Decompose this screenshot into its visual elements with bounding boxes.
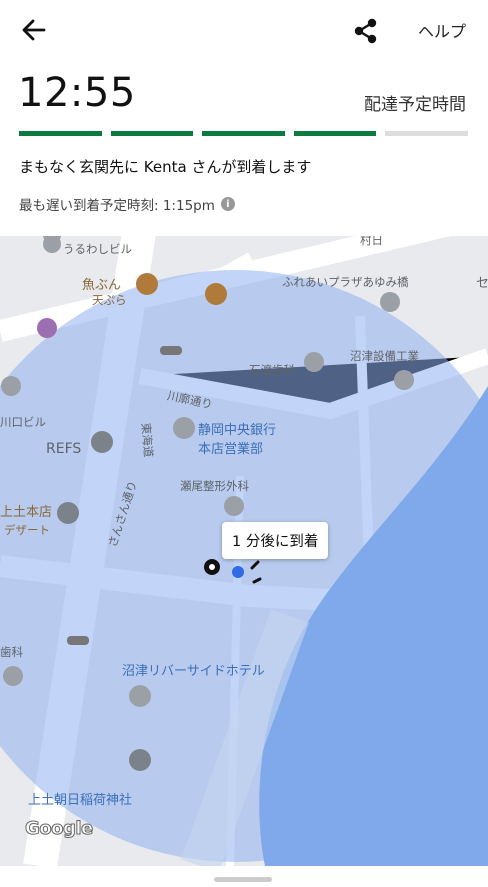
map-label-ishiwatari: 石渡歯科 <box>249 363 295 377</box>
map-label-fureai: ふれあいプラザあゆみ橋 <box>282 275 409 289</box>
map-label-uobun: 魚ぶん <box>82 278 122 293</box>
eta-label: 配達予定時間 <box>364 95 466 115</box>
map-label-riverside-hotel: 沼津リバーサイドホテル <box>122 664 265 679</box>
map-label-uruwashi: うるわしビル <box>63 242 132 256</box>
top-bar: ヘルプ <box>0 0 488 60</box>
map-label-kamitsuchi-2: デザート <box>4 523 50 537</box>
delivery-progress-bar <box>19 131 468 136</box>
share-icon[interactable] <box>352 17 380 45</box>
map-view[interactable]: うるわしビル 魚ぶん 天ぷら ふれあいプラザあゆみ橋 石渡歯科 沼津設備工業 川… <box>0 236 488 866</box>
map-label-seo: 瀬尾整形外科 <box>180 479 249 493</box>
map-label-kamitsuchi-1: 上土本店 <box>0 505 53 520</box>
latest-arrival-text: 最も遅い到着予定時刻: 1:15pm <box>19 198 215 214</box>
bottom-sheet-handle[interactable] <box>214 877 272 882</box>
progress-segment-1 <box>19 131 102 136</box>
progress-segment-4 <box>293 131 377 136</box>
latest-arrival: 最も遅い到着予定時刻: 1:15pm i <box>19 194 235 214</box>
map-label-right-edge: セ <box>476 276 488 291</box>
map-label-kawaguchi: 川口ビル <box>0 415 46 429</box>
info-icon[interactable]: i <box>220 197 235 211</box>
map-label-bank-1: 静岡中央銀行 <box>198 423 277 438</box>
map-label-top-edge: 村日 <box>360 236 383 247</box>
map-label-numazu-setsubi: 沼津設備工業 <box>350 349 419 363</box>
map-label-tempura: 天ぷら <box>92 293 127 307</box>
progress-segment-3 <box>202 131 285 136</box>
map-label-refs: REFS <box>46 441 82 457</box>
progress-segment-5 <box>385 131 468 136</box>
status-message: まもなく玄関先に Kenta さんが到着します <box>19 158 312 176</box>
map-label-kaizumi: 東海道 <box>138 422 156 458</box>
progress-segment-2 <box>110 131 194 136</box>
eta-time: 12:55 <box>18 70 136 116</box>
help-button[interactable]: ヘルプ <box>418 18 466 42</box>
arrival-tooltip: 1 分後に到着 <box>222 522 329 559</box>
google-logo: Google <box>25 818 94 840</box>
map-label-inari: 上土朝日稲荷神社 <box>28 793 133 808</box>
back-arrow-icon[interactable] <box>18 14 50 46</box>
map-label-bank-2: 本店営業部 <box>198 442 264 457</box>
map-label-dental: 歯科 <box>0 645 23 659</box>
